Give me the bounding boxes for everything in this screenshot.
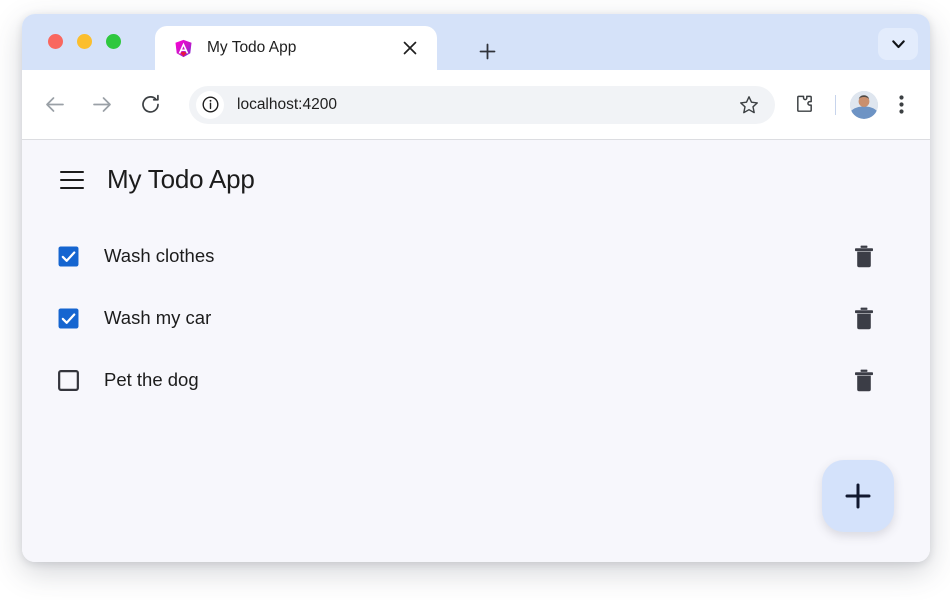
extensions-button[interactable] [789,90,819,120]
bookmark-button[interactable] [735,91,763,119]
puzzle-piece-icon [796,95,812,112]
forward-button[interactable] [85,88,119,122]
browser-menu-button[interactable] [886,90,916,120]
maximize-window-button[interactable] [106,34,121,49]
reload-icon [141,94,159,113]
delete-todo-button[interactable] [852,244,876,268]
three-dot-menu-icon [898,95,904,114]
delete-todo-button[interactable] [852,368,876,392]
plus-icon [845,483,871,509]
close-window-button[interactable] [48,34,63,49]
todo-checkbox-checked[interactable] [58,246,79,267]
todo-list: Wash clothes Wash my car Pet the dog [22,225,930,411]
minimize-window-button[interactable] [77,34,92,49]
chevron-down-icon [891,39,905,48]
window-controls [48,34,121,49]
tab-search-button[interactable] [878,28,918,60]
star-icon [740,95,758,113]
app-header: My Todo App [22,140,930,195]
hamburger-menu-icon[interactable] [60,170,84,189]
browser-tab-active[interactable]: My Todo App [155,26,437,70]
address-bar[interactable]: localhost:4200 [189,85,775,124]
page-title: My Todo App [107,164,255,194]
arrow-right-icon [92,97,111,112]
todo-label: Wash clothes [104,245,215,266]
profile-avatar-image [850,90,878,119]
plus-icon [479,43,495,59]
site-info-button[interactable] [196,90,224,119]
angular-logo-icon [175,39,192,57]
todo-label: Pet the dog [104,369,199,390]
trash-icon [855,245,873,267]
tab-strip: My Todo App [22,14,930,70]
todo-item: Wash my car [58,287,894,349]
info-circle-icon [201,96,219,113]
avatar[interactable] [850,90,878,119]
trash-icon [855,369,873,391]
browser-window: My Todo App localhost:4200 My Todo App W… [22,14,930,562]
close-glyph [403,41,417,55]
url-text[interactable]: localhost:4200 [237,96,735,114]
toolbar-divider [835,94,836,115]
add-todo-button[interactable] [822,460,894,532]
todo-item: Pet the dog [58,349,894,411]
new-tab-button[interactable] [472,36,502,66]
tab-title: My Todo App [207,39,297,56]
back-button[interactable] [37,88,71,122]
browser-toolbar: localhost:4200 [22,70,930,140]
todo-checkbox-checked[interactable] [58,308,79,329]
page-content: My Todo App Wash clothes Wash my car Pet… [22,140,930,562]
todo-checkbox-unchecked[interactable] [58,369,79,391]
todo-label: Wash my car [104,307,212,328]
arrow-left-icon [45,97,64,112]
reload-button[interactable] [133,88,167,122]
close-icon[interactable] [397,35,423,61]
todo-item: Wash clothes [58,225,894,287]
trash-icon [855,307,873,329]
delete-todo-button[interactable] [852,306,876,330]
